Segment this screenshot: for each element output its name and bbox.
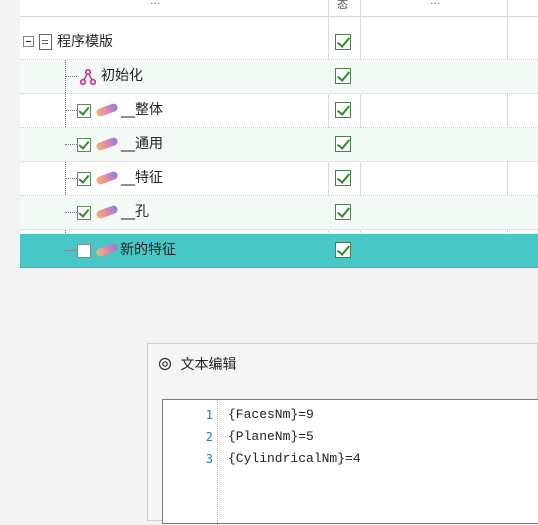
line-number: 1 (205, 408, 213, 422)
row-checkbox[interactable] (77, 206, 91, 220)
collapse-icon[interactable] (23, 36, 34, 47)
tree-row-label: 程序模版 (57, 34, 113, 50)
code-editor[interactable]: 1 2 3 {FacesNm}=9 {PlaneNm}=5 {Cylindric… (162, 399, 538, 525)
code-line[interactable]: {PlaneNm}=5 (228, 429, 314, 444)
row-checkbox[interactable] (77, 172, 91, 186)
pencil-icon (95, 242, 119, 258)
tree-row-feature[interactable]: __特征 (20, 162, 538, 196)
tree-row-label: __整体 (121, 102, 163, 118)
pencil-icon (95, 136, 119, 152)
state-checkbox[interactable] (335, 136, 351, 152)
tree-row-root[interactable]: 程序模版 (20, 26, 538, 60)
row-checkbox[interactable] (77, 138, 91, 152)
header-col-name[interactable]: ... (150, 0, 180, 10)
state-checkbox[interactable] (335, 34, 351, 50)
tree-connector (65, 250, 77, 251)
tree-header: ... 态 ... (20, 0, 538, 17)
pencil-icon (95, 170, 119, 186)
text-editor-dialog: 文本编辑 1 2 3 {FacesNm}=9 {PlaneNm}=5 {Cyli… (147, 343, 538, 525)
tree-connector (65, 144, 77, 145)
tree-connector (65, 178, 77, 179)
tree-row-label: __孔 (121, 204, 149, 220)
feature-tree-panel: ... 态 ... 程序模版 初始化 __整体 __通用 __特征 __孔 新的… (20, 0, 538, 268)
state-checkbox[interactable] (335, 204, 351, 220)
code-line[interactable]: {CylindricalNm}=4 (228, 451, 361, 466)
header-col-value[interactable]: ... (430, 0, 460, 10)
document-icon (39, 34, 52, 50)
pencil-icon (95, 204, 119, 220)
tree-row-init[interactable]: 初始化 (20, 60, 538, 94)
state-checkbox[interactable] (335, 242, 351, 258)
row-checkbox[interactable] (77, 244, 91, 258)
tree-connector (65, 212, 77, 213)
header-col-state[interactable]: 态 (337, 0, 351, 12)
tree-connector (65, 110, 77, 111)
editor-title: 文本编辑 (180, 357, 237, 373)
line-number: 2 (205, 430, 213, 444)
line-number: 3 (205, 452, 213, 466)
tree-row-general[interactable]: __通用 (20, 128, 538, 162)
state-checkbox[interactable] (335, 170, 351, 186)
tree-row-hole[interactable]: __孔 (20, 196, 538, 230)
hierarchy-icon (80, 69, 96, 85)
gutter-divider (217, 400, 218, 525)
state-checkbox[interactable] (335, 68, 351, 84)
line-number-gutter: 1 2 3 (163, 400, 219, 525)
state-checkbox[interactable] (335, 102, 351, 118)
row-checkbox[interactable] (77, 104, 91, 118)
tree-connector (65, 76, 77, 77)
tree-row-whole[interactable]: __整体 (20, 94, 538, 128)
editor-title-bar: 文本编辑 (158, 354, 236, 374)
gear-icon (158, 357, 172, 371)
tree-row-label: __通用 (121, 136, 163, 152)
tree-row-label: __特征 (121, 170, 163, 186)
tree-row-new-feature[interactable]: 新的特征 (20, 234, 538, 268)
code-line[interactable]: {FacesNm}=9 (228, 407, 314, 422)
pencil-icon (95, 102, 119, 118)
tree-row-label: 新的特征 (120, 242, 176, 258)
tree-row-label: 初始化 (101, 68, 143, 84)
